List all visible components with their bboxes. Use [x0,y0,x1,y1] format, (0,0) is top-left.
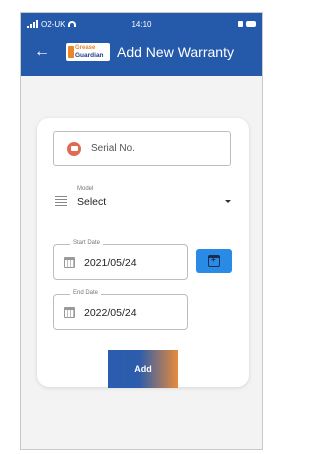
grease-guardian-logo: Grease Guardian [66,43,110,61]
app-bar: ← Grease Guardian Add New Warranty [21,35,262,69]
warranty-form-card: Serial No. Model Select Start Date 2021/… [37,118,249,388]
top-bar: O2-UK 14:10 ← Grease Guardian Add New Wa… [21,13,262,76]
back-arrow-icon[interactable]: ← [33,43,51,61]
serial-number-placeholder: Serial No. [91,143,135,154]
status-bar: O2-UK 14:10 [27,17,256,31]
calendar-icon [64,257,75,268]
model-select[interactable]: Model Select [55,186,231,216]
dropdown-caret-icon [225,200,231,203]
logo-line-1: Grease [75,45,96,51]
calendar-icon [64,307,75,318]
start-date-value: 2021/05/24 [84,257,137,269]
end-date-label: End Date [70,290,102,296]
end-date-value: 2022/05/24 [84,307,137,319]
list-icon [55,196,67,208]
logo-line-2: Guardian [75,52,104,59]
serial-number-icon [67,141,81,156]
page-title: Add New Warranty [117,44,234,60]
add-button[interactable]: Add [108,350,178,388]
phone-screen: O2-UK 14:10 ← Grease Guardian Add New Wa… [20,12,263,450]
serial-number-field[interactable]: Serial No. [53,131,231,166]
calendar-add-icon [208,255,220,267]
status-time: 14:10 [131,19,152,29]
add-to-calendar-button[interactable] [196,249,232,273]
start-date-label: Start Date [70,240,104,246]
model-value: Select [77,196,107,208]
end-date-field[interactable]: End Date 2022/05/24 [53,290,188,330]
start-date-field[interactable]: Start Date 2021/05/24 [53,240,188,280]
model-label: Model [77,186,94,192]
